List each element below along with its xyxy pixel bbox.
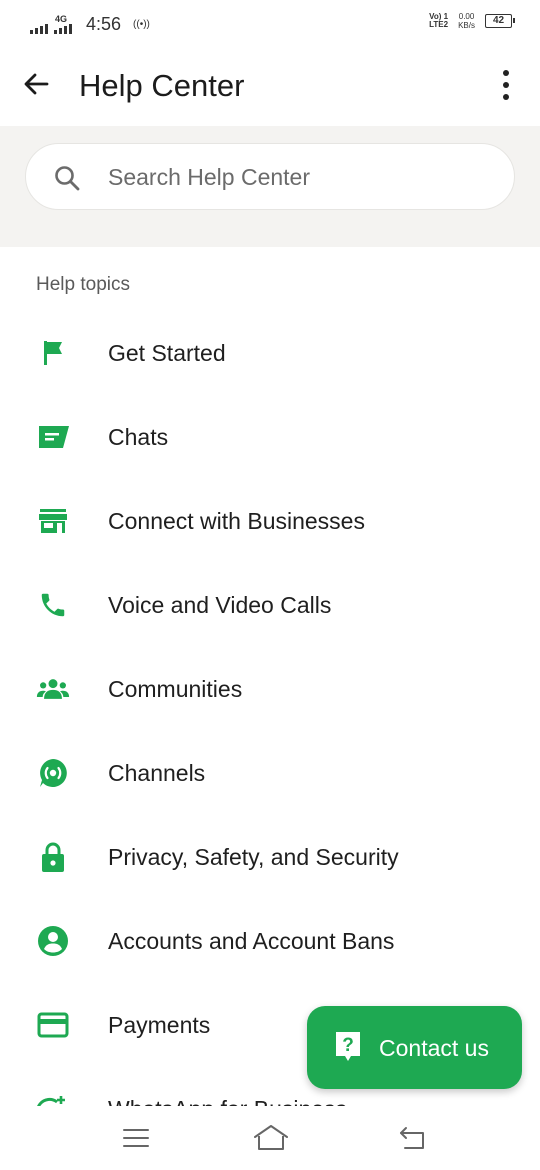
help-bubble-icon: ? (334, 1030, 362, 1064)
signal-sim1-icon (30, 20, 48, 34)
topic-voice-video-calls[interactable]: Voice and Video Calls (0, 563, 540, 647)
network-type: 4G (55, 14, 68, 24)
data-speed: 0.00 KB/s (458, 12, 475, 30)
account-circle-icon (36, 926, 70, 956)
search-icon (53, 164, 81, 192)
whatsapp-business-icon (36, 1095, 70, 1106)
topic-label: Connect with Businesses (108, 508, 365, 534)
topic-label: Privacy, Safety, and Security (108, 844, 399, 870)
topic-label: Accounts and Account Bans (108, 928, 395, 954)
search-bar[interactable] (25, 143, 515, 210)
topic-label: Chats (108, 424, 169, 450)
status-time: 4:56 (86, 14, 122, 34)
topic-privacy-safety-security[interactable]: Privacy, Safety, and Security (0, 815, 540, 899)
status-right: Vo) 1 LTE2 0.00 KB/s 42 (429, 12, 515, 30)
channels-icon (36, 759, 70, 787)
speed-unit: KB/s (458, 21, 475, 30)
contact-us-label: Contact us (379, 1035, 489, 1061)
back-arrow-icon[interactable] (20, 68, 52, 100)
credit-card-icon (36, 1011, 70, 1039)
help-topics-heading: Help topics (36, 274, 130, 295)
hotspot-icon: ((•)) (133, 19, 150, 30)
chat-bubble-icon (36, 423, 70, 451)
speed-value: 0.00 (458, 12, 475, 21)
topic-label: Communities (108, 676, 243, 702)
phone-icon (36, 591, 70, 619)
topic-channels[interactable]: Channels (0, 731, 540, 815)
system-nav-bar (0, 1106, 540, 1170)
people-group-icon (36, 675, 70, 703)
flag-icon (36, 339, 70, 367)
topic-label: Voice and Video Calls (108, 592, 332, 618)
topic-label: Get Started (108, 340, 226, 366)
svg-text:?: ? (342, 1035, 354, 1056)
status-left: 4G 4:56 ((•)) (30, 10, 150, 34)
topic-label: Payments (108, 1012, 211, 1038)
search-input[interactable] (108, 154, 488, 200)
home-icon[interactable] (252, 1123, 290, 1153)
storefront-icon (36, 507, 70, 535)
topic-chats[interactable]: Chats (0, 395, 540, 479)
volte-indicator: Vo) 1 LTE2 (429, 13, 448, 29)
topic-label: Channels (108, 760, 206, 786)
lock-icon (36, 842, 70, 872)
battery-icon: 42 (485, 14, 515, 28)
help-topics-list: Get Started Chats Connect with Businesse… (0, 311, 540, 1106)
topic-communities[interactable]: Communities (0, 647, 540, 731)
page-title: Help Center (79, 68, 245, 103)
battery-level: 42 (492, 15, 505, 26)
nav-back-icon[interactable] (396, 1124, 428, 1152)
recent-apps-icon[interactable] (122, 1126, 150, 1150)
topic-label: WhatsApp for Business (108, 1095, 347, 1106)
contact-us-button[interactable]: ? Contact us (307, 1006, 522, 1089)
app-bar: Help Center (0, 44, 540, 126)
more-options-icon[interactable] (495, 68, 519, 102)
topic-connect-businesses[interactable]: Connect with Businesses (0, 479, 540, 563)
topic-get-started[interactable]: Get Started (0, 311, 540, 395)
volte-line2: LTE2 (429, 20, 449, 29)
topic-accounts-bans[interactable]: Accounts and Account Bans (0, 899, 540, 983)
search-section (0, 126, 540, 247)
status-bar: 4G 4:56 ((•)) Vo) 1 LTE2 0.00 KB/s 42 (0, 0, 540, 44)
signal-sim2-icon: 4G (54, 14, 78, 34)
